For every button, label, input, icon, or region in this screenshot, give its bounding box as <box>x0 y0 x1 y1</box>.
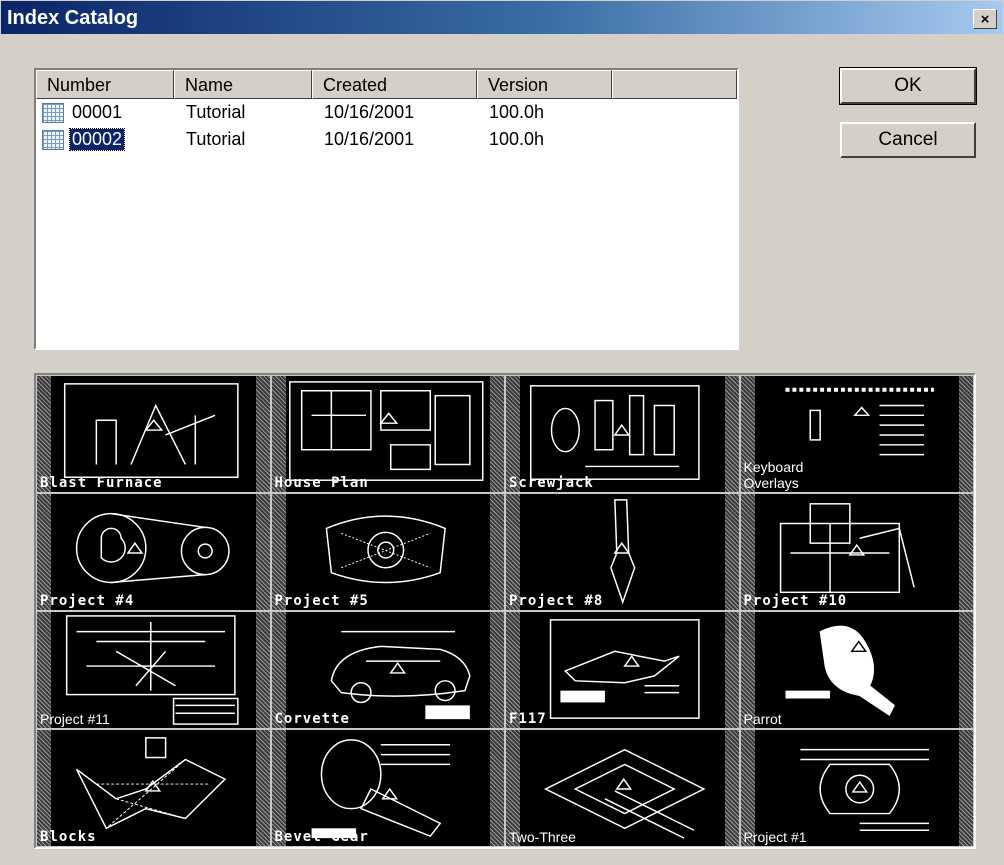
thumbnail-label: Project #5 <box>274 593 369 609</box>
record-icon <box>42 129 64 150</box>
cell-created: 10/16/2001 <box>324 102 415 122</box>
thumbnail-house-plan[interactable]: House Plan <box>270 375 505 493</box>
ok-button[interactable]: OK <box>839 67 977 105</box>
column-header-created[interactable]: Created <box>312 70 477 99</box>
close-button[interactable]: × <box>973 9 997 29</box>
list-row[interactable]: 00002 Tutorial 10/16/2001 100.0h <box>36 126 737 153</box>
thumbnail-label: F117 <box>509 711 547 727</box>
thumbnail-label: Project #10 <box>743 593 848 609</box>
title-bar[interactable]: Index Catalog × <box>0 0 1004 35</box>
thumbnail-label: Screwjack <box>509 475 594 491</box>
list-row[interactable]: 00001 Tutorial 10/16/2001 100.0h <box>36 99 737 126</box>
cell-name: Tutorial <box>186 102 246 122</box>
thumbnail-f117[interactable]: F117 <box>505 611 740 729</box>
close-icon: × <box>980 10 990 28</box>
cell-number: 00002 <box>36 128 174 151</box>
window-title: Index Catalog <box>7 7 139 29</box>
row-number: 00002 <box>68 128 126 151</box>
thumbnail-project-10[interactable]: Project #10 <box>739 493 974 611</box>
thumbnail-project-5[interactable]: Project #5 <box>270 493 505 611</box>
cell-version: 100.0h <box>489 129 545 149</box>
list-header: Number Name Created Version <box>36 70 737 99</box>
column-header-number[interactable]: Number <box>36 70 174 99</box>
thumbnail-label: Bevel Gear <box>274 829 369 845</box>
thumbnail-keyboard-overlays[interactable]: Keyboard Overlays <box>739 375 974 493</box>
cell-version: 100.0h <box>489 102 545 122</box>
column-header-name[interactable]: Name <box>174 70 312 99</box>
thumbnail-label: Project #11 <box>40 711 110 727</box>
thumbnail-label: Two-Three <box>509 829 576 845</box>
thumbnail-label: Project #1 <box>743 829 807 845</box>
thumbnail-parrot[interactable]: Parrot <box>739 611 974 729</box>
thumbnail-label: Keyboard Overlays <box>743 459 804 491</box>
cancel-button[interactable]: Cancel <box>840 122 976 158</box>
thumbnail-bevel-gear[interactable]: Bevel Gear <box>270 729 505 847</box>
thumbnail-label: Corvette <box>274 711 350 727</box>
thumbnail-two-three[interactable]: Two-Three <box>505 729 740 847</box>
thumbnail-project-11[interactable]: Project #11 <box>36 611 271 729</box>
thumbnail-label: Project #8 <box>509 593 604 609</box>
thumbnail-corvette[interactable]: Corvette <box>270 611 505 729</box>
record-icon <box>42 102 64 123</box>
catalog-list[interactable]: Number Name Created Version 00001 Tutoria… <box>34 68 739 350</box>
thumbnail-grid: Blast Furnace House Plan Screwjack Keyboard… <box>34 373 976 849</box>
column-header-version[interactable]: Version <box>477 70 612 99</box>
thumbnail-project-1[interactable]: Project #1 <box>739 729 974 847</box>
thumbnail-project-8[interactable]: Project #8 <box>505 493 740 611</box>
thumbnail-label: Parrot <box>743 711 782 727</box>
thumbnail-blocks[interactable]: Blocks <box>36 729 271 847</box>
thumbnail-label: Project #4 <box>40 593 135 609</box>
thumbnail-screwjack[interactable]: Screwjack <box>505 375 740 493</box>
row-number: 00001 <box>72 102 123 122</box>
thumbnail-label: House Plan <box>274 475 369 491</box>
cell-created: 10/16/2001 <box>324 129 415 149</box>
thumbnail-label: Blocks <box>40 829 97 845</box>
thumbnail-project-4[interactable]: Project #4 <box>36 493 271 611</box>
cell-name: Tutorial <box>186 129 246 149</box>
column-header-extra[interactable] <box>612 70 737 99</box>
thumbnail-label: Blast Furnace <box>40 475 163 491</box>
cell-number: 00001 <box>36 102 174 123</box>
thumbnail-blast-furnace[interactable]: Blast Furnace <box>36 375 271 493</box>
